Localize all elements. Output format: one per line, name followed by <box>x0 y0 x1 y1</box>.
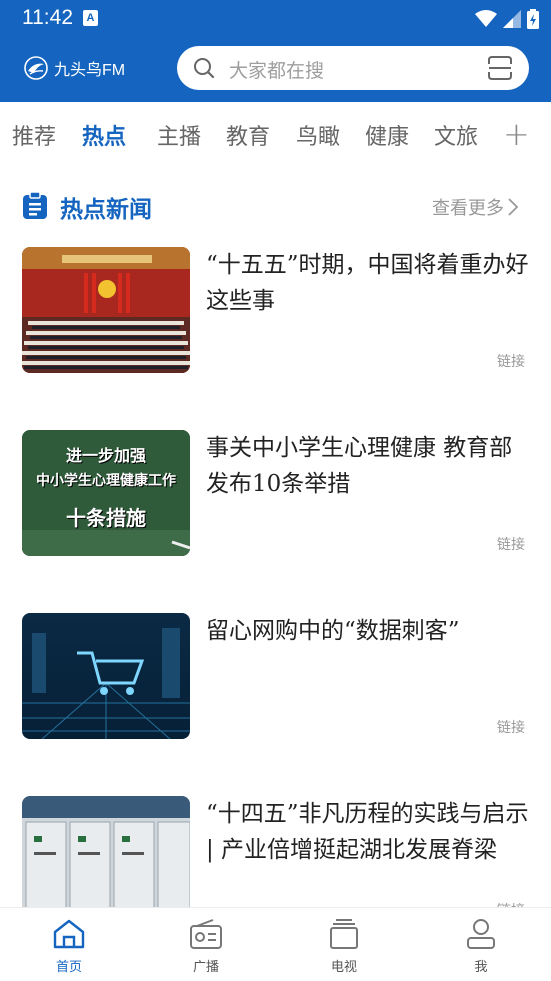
status-time: 11:42 <box>22 6 73 29</box>
section-title: 热点新闻 <box>60 197 152 223</box>
notification-icon: A <box>83 10 98 26</box>
news-thumbnail <box>22 796 190 907</box>
logo-text: 九头鸟FM <box>54 62 126 79</box>
factory-equipment-photo-icon <box>22 796 190 907</box>
news-document-icon <box>23 192 47 219</box>
battery-icon <box>527 9 539 29</box>
conference-hall-photo-icon <box>22 247 190 373</box>
tab-overview[interactable]: 鸟瞰 <box>296 119 340 151</box>
status-icons <box>475 8 539 30</box>
search-placeholder: 大家都在搜 <box>229 60 325 82</box>
nav-me[interactable]: 我 <box>441 918 521 975</box>
news-link[interactable]: 链接 <box>497 534 525 554</box>
news-title: “十四五”非凡历程的实践与启示 | 产业倍增挺起湖北发展脊梁 <box>206 801 529 863</box>
status-bar: 11:42 A <box>0 0 551 38</box>
nav-home[interactable]: 首页 <box>29 918 109 975</box>
search-icon <box>194 58 215 79</box>
wifi-icon <box>475 10 497 27</box>
thumb-text-line1: 进一步加强 <box>65 446 146 465</box>
digital-cart-photo-icon <box>22 613 190 739</box>
nav-home-label: 首页 <box>55 960 82 975</box>
nav-tv-label: 电视 <box>330 960 357 975</box>
app-logo[interactable]: 九头鸟FM <box>24 56 125 80</box>
see-more-label: 查看更多 <box>432 198 504 219</box>
news-thumbnail <box>22 613 190 739</box>
tab-education[interactable]: 教育 <box>226 119 270 151</box>
nav-tv[interactable]: 电视 <box>304 918 384 975</box>
news-thumbnail: 进一步加强 中小学生心理健康工作 十条措施 <box>22 430 190 556</box>
tab-health[interactable]: 健康 <box>365 119 409 151</box>
news-title: “十五五”时期，中国将着重办好这些事 <box>206 252 529 314</box>
news-link[interactable]: 链接 <box>497 717 525 737</box>
profile-icon <box>467 919 495 949</box>
nav-me-label: 我 <box>474 960 488 975</box>
tab-recommend[interactable]: 推荐 <box>12 119 56 151</box>
home-icon <box>53 919 85 949</box>
category-tabs: 推荐 热点 主播 教育 鸟瞰 健康 文旅 + <box>0 102 551 166</box>
news-item[interactable]: “十四五”非凡历程的实践与启示 | 产业倍增挺起湖北发展脊梁 链接 <box>0 796 551 907</box>
thumb-text-line3: 十条措施 <box>66 506 146 530</box>
nav-radio-label: 广播 <box>192 960 219 975</box>
news-link[interactable]: 链接 <box>497 351 525 371</box>
nav-radio[interactable]: 广播 <box>166 918 246 975</box>
chevron-right-icon <box>508 198 518 216</box>
search-box[interactable]: 大家都在搜 <box>177 46 529 90</box>
bird-logo-icon <box>24 56 48 80</box>
news-title: 留心网购中的“数据刺客” <box>206 618 460 644</box>
see-more-link[interactable]: 查看更多 <box>432 194 518 220</box>
news-item[interactable]: 进一步加强 中小学生心理健康工作 十条措施 事关中小学生心理健康 教育部发布10… <box>0 430 551 560</box>
radio-icon <box>190 919 222 949</box>
app-header: 九头鸟FM 大家都在搜 <box>0 38 551 102</box>
tv-icon <box>330 919 358 949</box>
bottom-navigation: 首页 广播 电视 我 <box>0 907 551 981</box>
tab-culture-travel[interactable]: 文旅 <box>434 119 478 151</box>
scan-icon[interactable] <box>487 55 513 81</box>
add-tab-button[interactable]: + <box>503 115 530 153</box>
section-header: 热点新闻 查看更多 <box>0 184 551 228</box>
news-item[interactable]: “十五五”时期，中国将着重办好这些事 链接 <box>0 247 551 377</box>
tab-hot[interactable]: 热点 <box>82 119 126 151</box>
signal-icon <box>503 10 521 28</box>
thumb-text-line2: 中小学生心理健康工作 <box>36 473 176 489</box>
tab-anchor[interactable]: 主播 <box>157 119 201 151</box>
news-link[interactable]: 链接 <box>497 900 525 907</box>
news-thumbnail <box>22 247 190 373</box>
news-title: 事关中小学生心理健康 教育部发布10条举措 <box>206 435 513 497</box>
news-item[interactable]: 留心网购中的“数据刺客” 链接 <box>0 613 551 743</box>
